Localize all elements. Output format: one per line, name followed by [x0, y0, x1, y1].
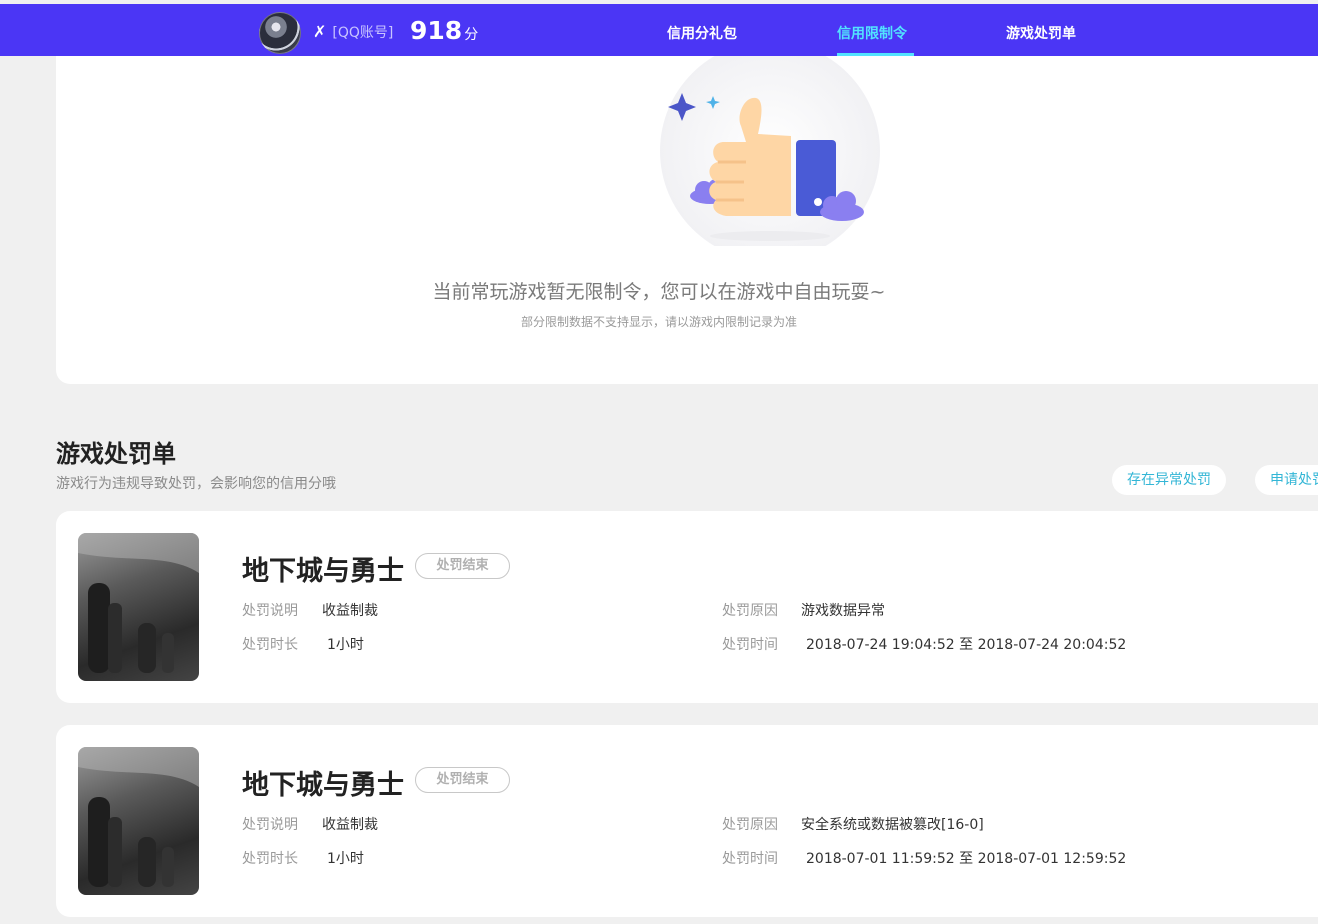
penalty-duration-value: 1小时	[327, 637, 364, 653]
penalty-duration-label: 处罚时长	[242, 637, 298, 653]
game-thumbnail	[78, 747, 199, 895]
credit-score-value: 918	[410, 16, 463, 45]
tab-game-penalty[interactable]: 游戏处罚单	[1006, 23, 1076, 43]
account-type-label: [QQ账号]	[332, 25, 394, 41]
restriction-note: 部分限制数据不支持显示，请以游戏内限制记录为准	[520, 315, 797, 329]
penalty-time-value: 2018-07-01 11:59:52 至 2018-07-01 12:59:5…	[806, 851, 1127, 867]
penalty-time-label: 处罚时间	[722, 637, 778, 653]
game-art-icon	[78, 533, 199, 673]
thumbs-up-icon	[660, 56, 880, 246]
user-avatar[interactable]	[259, 12, 301, 54]
status-badge: 处罚结束	[415, 553, 510, 579]
section-subtitle-penalty: 游戏行为违规导致处罚，会影响您的信用分哦	[56, 476, 336, 492]
penalty-desc-value: 收益制裁	[322, 603, 378, 619]
penalty-duration-value: 1小时	[327, 851, 364, 867]
tab-credit-restriction[interactable]: 信用限制令	[837, 23, 907, 43]
no-restriction-message: 当前常玩游戏暂无限制令，您可以在游戏中自由玩耍~	[432, 281, 886, 303]
restriction-card	[56, 56, 1318, 384]
section-title-penalty: 游戏处罚单	[56, 440, 176, 468]
penalty-reason-label: 处罚原因	[722, 817, 778, 833]
penalty-card: 地下城与勇士 处罚结束 处罚说明 收益制裁 处罚原因 安全系统或数据被篡改[16…	[56, 725, 1318, 917]
penalty-reason-value: 游戏数据异常	[801, 603, 885, 619]
penalty-duration-label: 处罚时长	[242, 851, 298, 867]
appeal-penalty-button[interactable]: 申请处罚	[1255, 465, 1318, 495]
penalty-desc-label: 处罚说明	[242, 603, 298, 619]
penalty-reason-value: 安全系统或数据被篡改[16-0]	[801, 817, 984, 833]
game-thumbnail	[78, 533, 199, 681]
tab-credit-gift[interactable]: 信用分礼包	[667, 23, 737, 43]
user-info: ✗ [QQ账号]	[313, 22, 393, 42]
user-nickname: ✗	[313, 22, 327, 41]
penalty-reason-label: 处罚原因	[722, 603, 778, 619]
penalty-card: 地下城与勇士 处罚结束 处罚说明 收益制裁 处罚原因 游戏数据异常 处罚时长 1…	[56, 511, 1318, 703]
game-art-icon	[78, 747, 199, 887]
credit-score-unit: 分	[464, 27, 479, 43]
top-header: ✗ [QQ账号] 918 分 信用分礼包 信用限制令 游戏处罚单	[0, 4, 1318, 56]
penalty-time-label: 处罚时间	[722, 851, 778, 867]
game-title: 地下城与勇士	[242, 770, 404, 801]
game-title: 地下城与勇士	[242, 556, 404, 587]
penalty-time-value: 2018-07-24 19:04:52 至 2018-07-24 20:04:5…	[806, 637, 1127, 653]
abnormal-penalty-button[interactable]: 存在异常处罚	[1112, 465, 1226, 495]
penalty-desc-label: 处罚说明	[242, 817, 298, 833]
credit-score: 918 分	[410, 16, 478, 45]
penalty-desc-value: 收益制裁	[322, 817, 378, 833]
status-badge: 处罚结束	[415, 767, 510, 793]
